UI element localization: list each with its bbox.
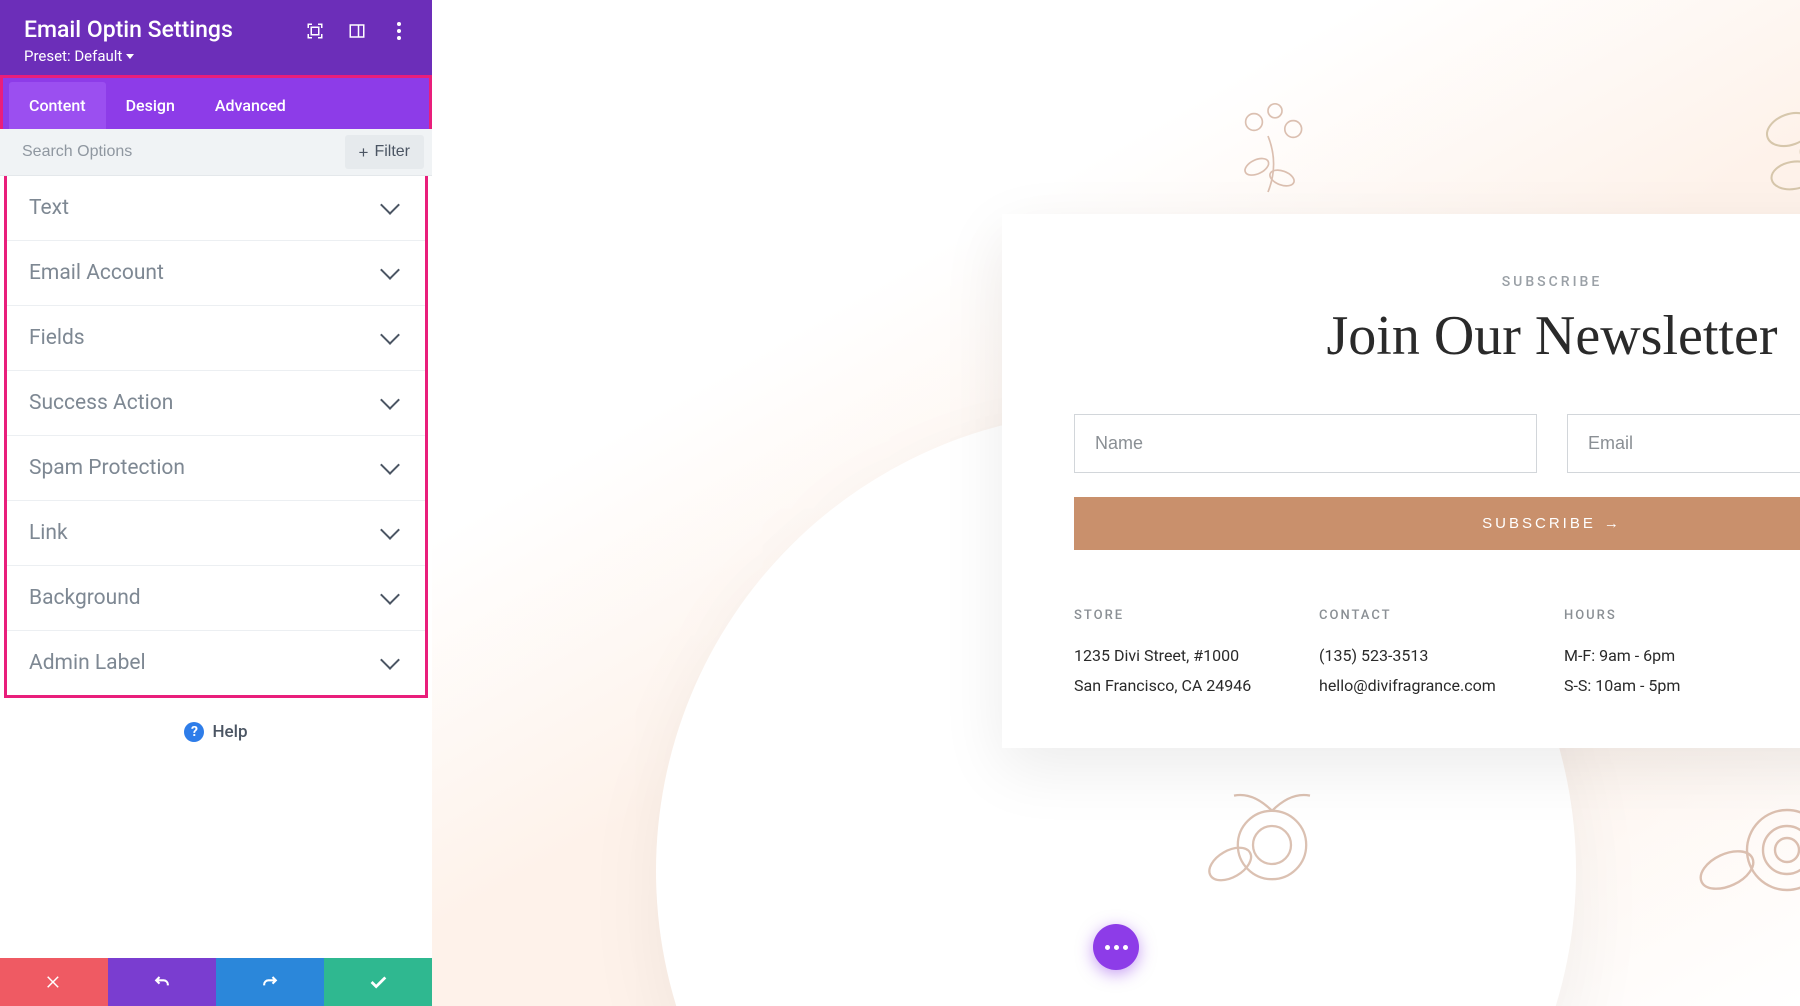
chevron-down-icon: [380, 520, 400, 540]
option-admin-label[interactable]: Admin Label: [7, 631, 425, 695]
hours-line1: M-F: 9am - 6pm: [1564, 641, 1785, 671]
help-icon: ?: [184, 722, 204, 742]
tab-advanced[interactable]: Advanced: [195, 82, 306, 129]
chevron-down-icon: [126, 54, 134, 59]
store-line2: San Francisco, CA 24946: [1074, 671, 1295, 701]
redo-icon: [260, 972, 280, 992]
tabs-bar: Content Design Advanced: [0, 75, 432, 129]
chevron-down-icon: [380, 195, 400, 215]
chevron-down-icon: [380, 325, 400, 345]
help-link[interactable]: ? Help: [0, 698, 432, 766]
preset-dropdown[interactable]: Preset: Default: [24, 47, 408, 65]
contact-email: hello@divifragrance.com: [1319, 671, 1540, 701]
preset-label: Preset: Default: [24, 47, 122, 65]
sidebar-header: Email Optin Settings Preset: Default: [0, 0, 432, 75]
store-heading: STORE: [1074, 608, 1295, 623]
option-fields[interactable]: Fields: [7, 306, 425, 371]
option-spam-protection[interactable]: Spam Protection: [7, 436, 425, 501]
undo-button[interactable]: [108, 958, 216, 1006]
preview-canvas: SUBSCRIBE Join Our Newsletter SUBSCRIBE …: [432, 0, 1800, 1006]
help-label: Help: [212, 722, 247, 742]
search-input[interactable]: [0, 129, 345, 175]
undo-icon: [152, 972, 172, 992]
settings-sidebar: Email Optin Settings Preset: Default Con…: [0, 0, 432, 1006]
filter-label: Filter: [374, 143, 410, 161]
search-bar: + Filter: [0, 129, 432, 176]
contact-heading: CONTACT: [1319, 608, 1540, 623]
newsletter-card: SUBSCRIBE Join Our Newsletter SUBSCRIBE …: [1002, 214, 1800, 748]
check-icon: [367, 971, 389, 993]
chevron-down-icon: [380, 390, 400, 410]
hours-line2: S-S: 10am - 5pm: [1564, 671, 1785, 701]
options-list: Text Email Account Fields Success Action…: [4, 176, 428, 698]
tab-content[interactable]: Content: [9, 82, 106, 129]
save-button[interactable]: [324, 958, 432, 1006]
subscribe-button-label: SUBSCRIBE: [1482, 515, 1596, 532]
option-background[interactable]: Background: [7, 566, 425, 631]
kicker-text: SUBSCRIBE: [1074, 274, 1800, 290]
store-line1: 1235 Divi Street, #1000: [1074, 641, 1295, 671]
hours-heading: HOURS: [1564, 608, 1785, 623]
kebab-menu-icon[interactable]: [390, 22, 408, 40]
page-actions-fab[interactable]: [1093, 924, 1139, 970]
chevron-down-icon: [380, 585, 400, 605]
chevron-down-icon: [380, 650, 400, 670]
chevron-down-icon: [380, 260, 400, 280]
option-email-account[interactable]: Email Account: [7, 241, 425, 306]
expand-icon[interactable]: [306, 22, 324, 40]
footer-info: STORE 1235 Divi Street, #1000 San Franci…: [1074, 608, 1800, 702]
filter-button[interactable]: + Filter: [345, 135, 425, 169]
email-input[interactable]: [1567, 414, 1800, 473]
hours-column: HOURS M-F: 9am - 6pm S-S: 10am - 5pm: [1564, 608, 1785, 702]
dot-icon: [1123, 945, 1128, 950]
store-column: STORE 1235 Divi Street, #1000 San Franci…: [1074, 608, 1295, 702]
tab-design[interactable]: Design: [106, 82, 195, 129]
subscribe-button[interactable]: SUBSCRIBE →: [1074, 497, 1800, 550]
contact-phone: (135) 523-3513: [1319, 641, 1540, 671]
plus-icon: +: [359, 144, 369, 161]
heading: Join Our Newsletter: [1074, 304, 1800, 368]
sidebar-footer: [0, 958, 432, 1006]
name-input[interactable]: [1074, 414, 1537, 473]
arrow-right-icon: →: [1604, 515, 1622, 532]
option-link[interactable]: Link: [7, 501, 425, 566]
option-text[interactable]: Text: [7, 176, 425, 241]
dock-icon[interactable]: [348, 22, 366, 40]
chevron-down-icon: [380, 455, 400, 475]
close-icon: [45, 973, 63, 991]
redo-button[interactable]: [216, 958, 324, 1006]
cancel-button[interactable]: [0, 958, 108, 1006]
dot-icon: [1105, 945, 1110, 950]
dot-icon: [1114, 945, 1119, 950]
option-success-action[interactable]: Success Action: [7, 371, 425, 436]
contact-column: CONTACT (135) 523-3513 hello@divifragran…: [1319, 608, 1540, 702]
